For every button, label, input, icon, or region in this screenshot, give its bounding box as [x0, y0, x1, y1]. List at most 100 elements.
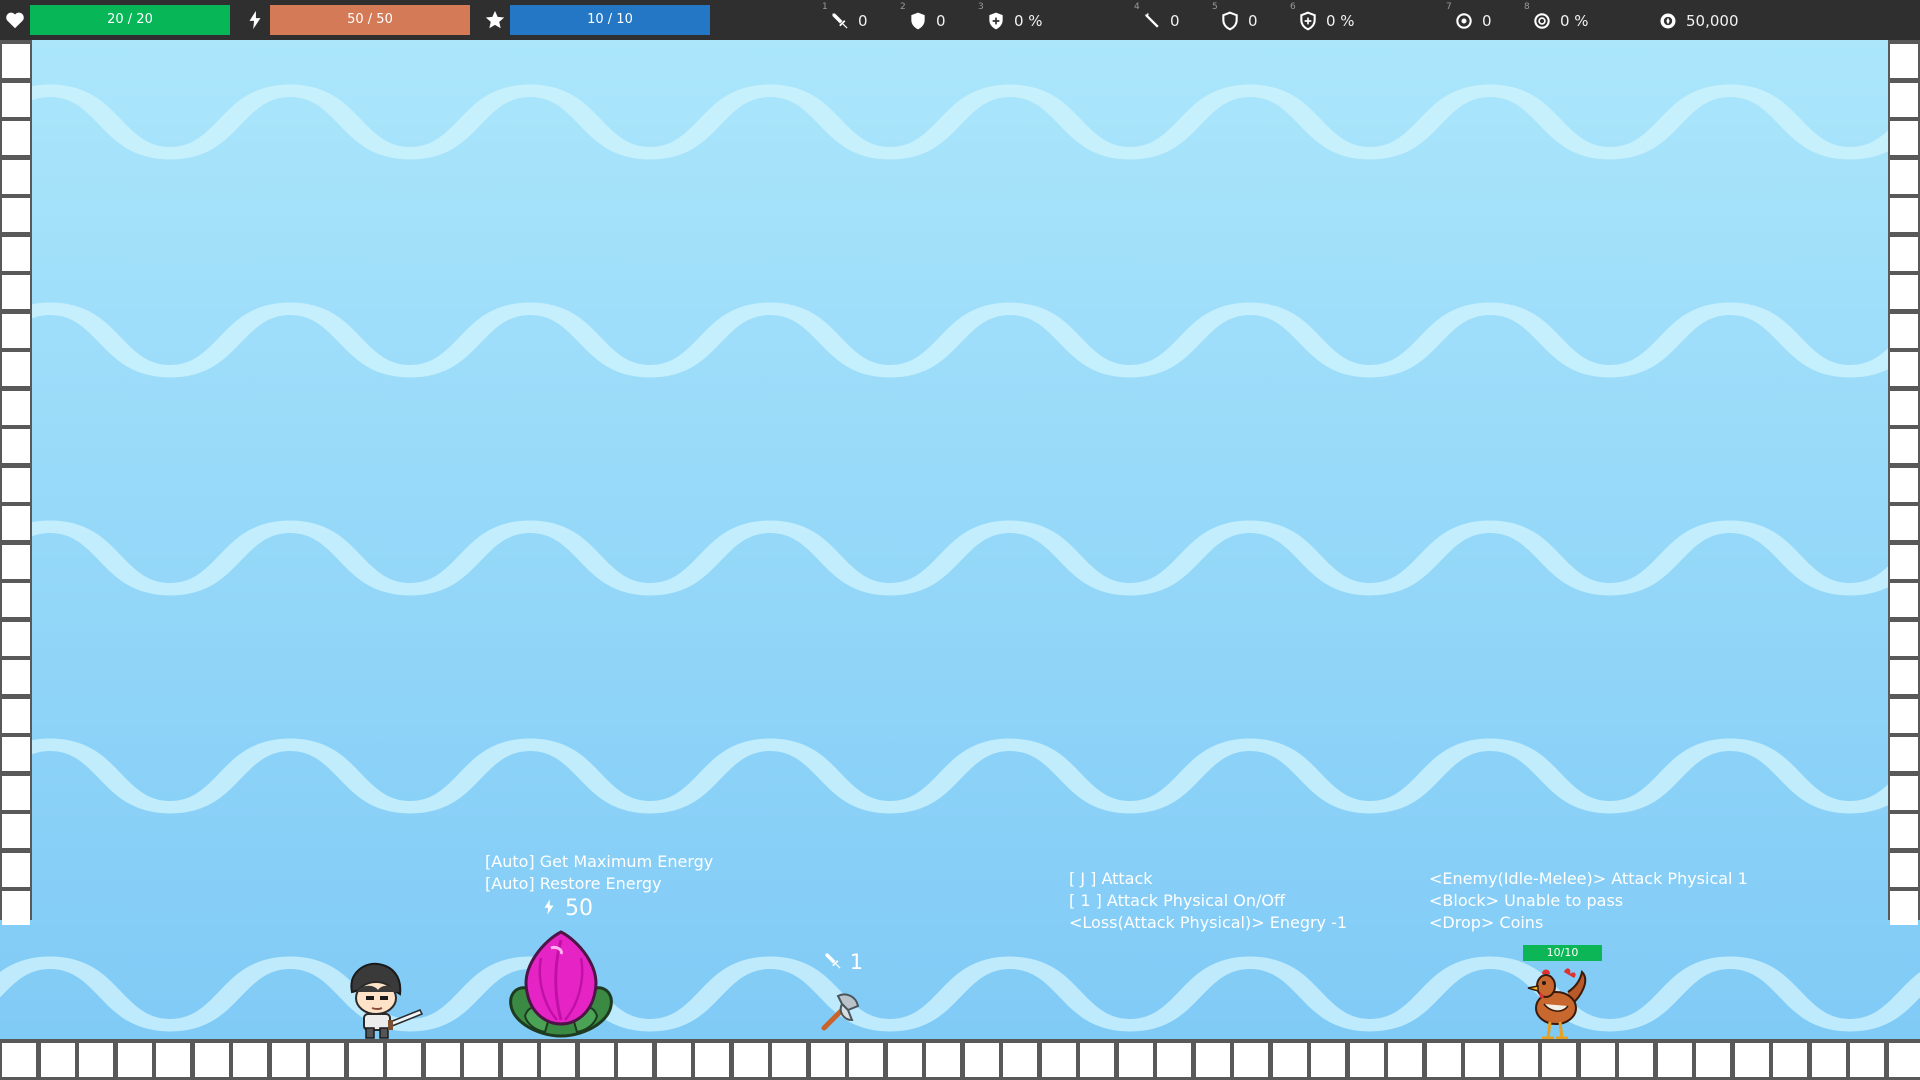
experience-bar: 10 / 10 [510, 5, 710, 35]
stat-value: 0 [1482, 12, 1492, 30]
floor-tile [425, 1043, 460, 1077]
floor-tile [1311, 1043, 1345, 1077]
weapon-attack-value: 1 [849, 950, 864, 974]
wall-brick [2, 814, 30, 848]
floor-tile [233, 1043, 267, 1077]
right-wall [1888, 40, 1920, 925]
floor-tile [79, 1043, 113, 1077]
floor-tile [887, 1043, 922, 1077]
lightning-icon [544, 899, 554, 915]
floor-tile [194, 1043, 229, 1077]
floor-tile [926, 1043, 960, 1077]
star-icon [485, 10, 505, 29]
floor-tile [1426, 1043, 1461, 1077]
floor-tile [1734, 1043, 1769, 1077]
floor-tile [1542, 1043, 1576, 1077]
wall-brick [1890, 159, 1918, 194]
health-text: 20 / 20 [107, 12, 153, 27]
wall-brick [2, 852, 30, 887]
sword-icon [825, 953, 841, 969]
stat-value: 0 [858, 12, 868, 30]
weapon-attack-label: 1 [823, 949, 863, 975]
floor-tile [1003, 1043, 1037, 1077]
floor-tile [2, 1043, 36, 1077]
sword-icon [832, 13, 848, 29]
stat-value: 0 % [1326, 12, 1355, 30]
shield-icon [911, 12, 925, 30]
health-bar: 20 / 20 [30, 5, 230, 35]
wall-brick [2, 82, 30, 117]
wall-brick [2, 429, 30, 463]
floor-tile [1619, 1043, 1653, 1077]
floor-tile [117, 1043, 152, 1077]
floor-tile [618, 1043, 652, 1077]
wall-brick [2, 121, 30, 155]
wall-brick [1890, 544, 1918, 579]
stat-value: 0 [1170, 12, 1180, 30]
wall-brick [2, 313, 30, 348]
floor-tile [1503, 1043, 1538, 1077]
wall-brick [1890, 429, 1918, 463]
enemy-health-text: 10/10 [1546, 946, 1579, 959]
wall-brick [1890, 698, 1918, 733]
attack-info-line: [ 1 ] Attack Physical On/Off [1069, 891, 1285, 910]
wand-icon [1145, 12, 1159, 28]
energy-text: 50 / 50 [347, 12, 393, 27]
ring-icon [1456, 13, 1472, 29]
floor-tile [695, 1043, 729, 1077]
attack-info: [ J ] Attack [ 1 ] Attack Physical On/Of… [1069, 868, 1347, 934]
enemy-health-bar: 10/10 [1523, 945, 1602, 961]
floor-tile [387, 1043, 421, 1077]
shield-plus-icon [989, 12, 1003, 30]
wall-brick [1890, 121, 1918, 155]
attack-info-line: <Loss(Attack Physical)> Enegry -1 [1069, 913, 1348, 932]
floor-tile [1657, 1043, 1692, 1077]
wall-brick [1890, 775, 1918, 810]
floor-tile [1773, 1043, 1807, 1077]
experience-text: 10 / 10 [587, 12, 633, 27]
enemy-info: <Enemy(Idle-Melee)> Attack Physical 1 <B… [1429, 868, 1748, 934]
axe-icon[interactable] [818, 988, 862, 1032]
wall-brick [1890, 44, 1918, 78]
wall-brick [2, 660, 30, 694]
flower-info: [Auto] Get Maximum Energy [Auto] Restore… [485, 851, 713, 895]
wall-brick [1890, 621, 1918, 656]
enemy-info-line: <Drop> Coins [1429, 913, 1544, 932]
floor-tile [964, 1043, 999, 1077]
coins-value: 50,000 [1686, 12, 1739, 30]
hud-bar: 20 / 20 50 / 50 10 / 10 1 0 2 0 3 0 % 4 [0, 0, 1920, 40]
energy-flower[interactable] [505, 928, 617, 1038]
wall-brick [1890, 852, 1918, 887]
wall-brick [1890, 236, 1918, 271]
floor-tile [156, 1043, 190, 1077]
floor-tile [733, 1043, 768, 1077]
floor-tile [348, 1043, 383, 1077]
floor-tile [1157, 1043, 1191, 1077]
wall-brick [2, 467, 30, 502]
floor-tile [1850, 1043, 1884, 1077]
wall-brick [2, 583, 30, 617]
floor-tile [1465, 1043, 1499, 1077]
wall-brick [2, 621, 30, 656]
wall-brick [2, 506, 30, 540]
wall-brick [2, 390, 30, 425]
wall-brick [2, 775, 30, 810]
rooster-enemy[interactable] [1520, 966, 1592, 1042]
stat-value: 0 % [1014, 12, 1043, 30]
wall-brick [1890, 275, 1918, 309]
wall-brick [1890, 82, 1918, 117]
floor-tile [1580, 1043, 1615, 1077]
wall-brick [1890, 737, 1918, 771]
wall-brick [1890, 583, 1918, 617]
wall-brick [2, 891, 30, 925]
wall-brick [1890, 198, 1918, 232]
heart-icon [6, 12, 24, 29]
floor-tile [310, 1043, 344, 1077]
wall-brick [1890, 891, 1918, 925]
flower-energy-label: 50 [540, 896, 593, 922]
flower-info-line: [Auto] Get Maximum Energy [485, 852, 714, 871]
wall-brick [2, 352, 30, 386]
knight-player [350, 962, 424, 1039]
wall-brick [1890, 814, 1918, 848]
wall-brick [1890, 352, 1918, 386]
